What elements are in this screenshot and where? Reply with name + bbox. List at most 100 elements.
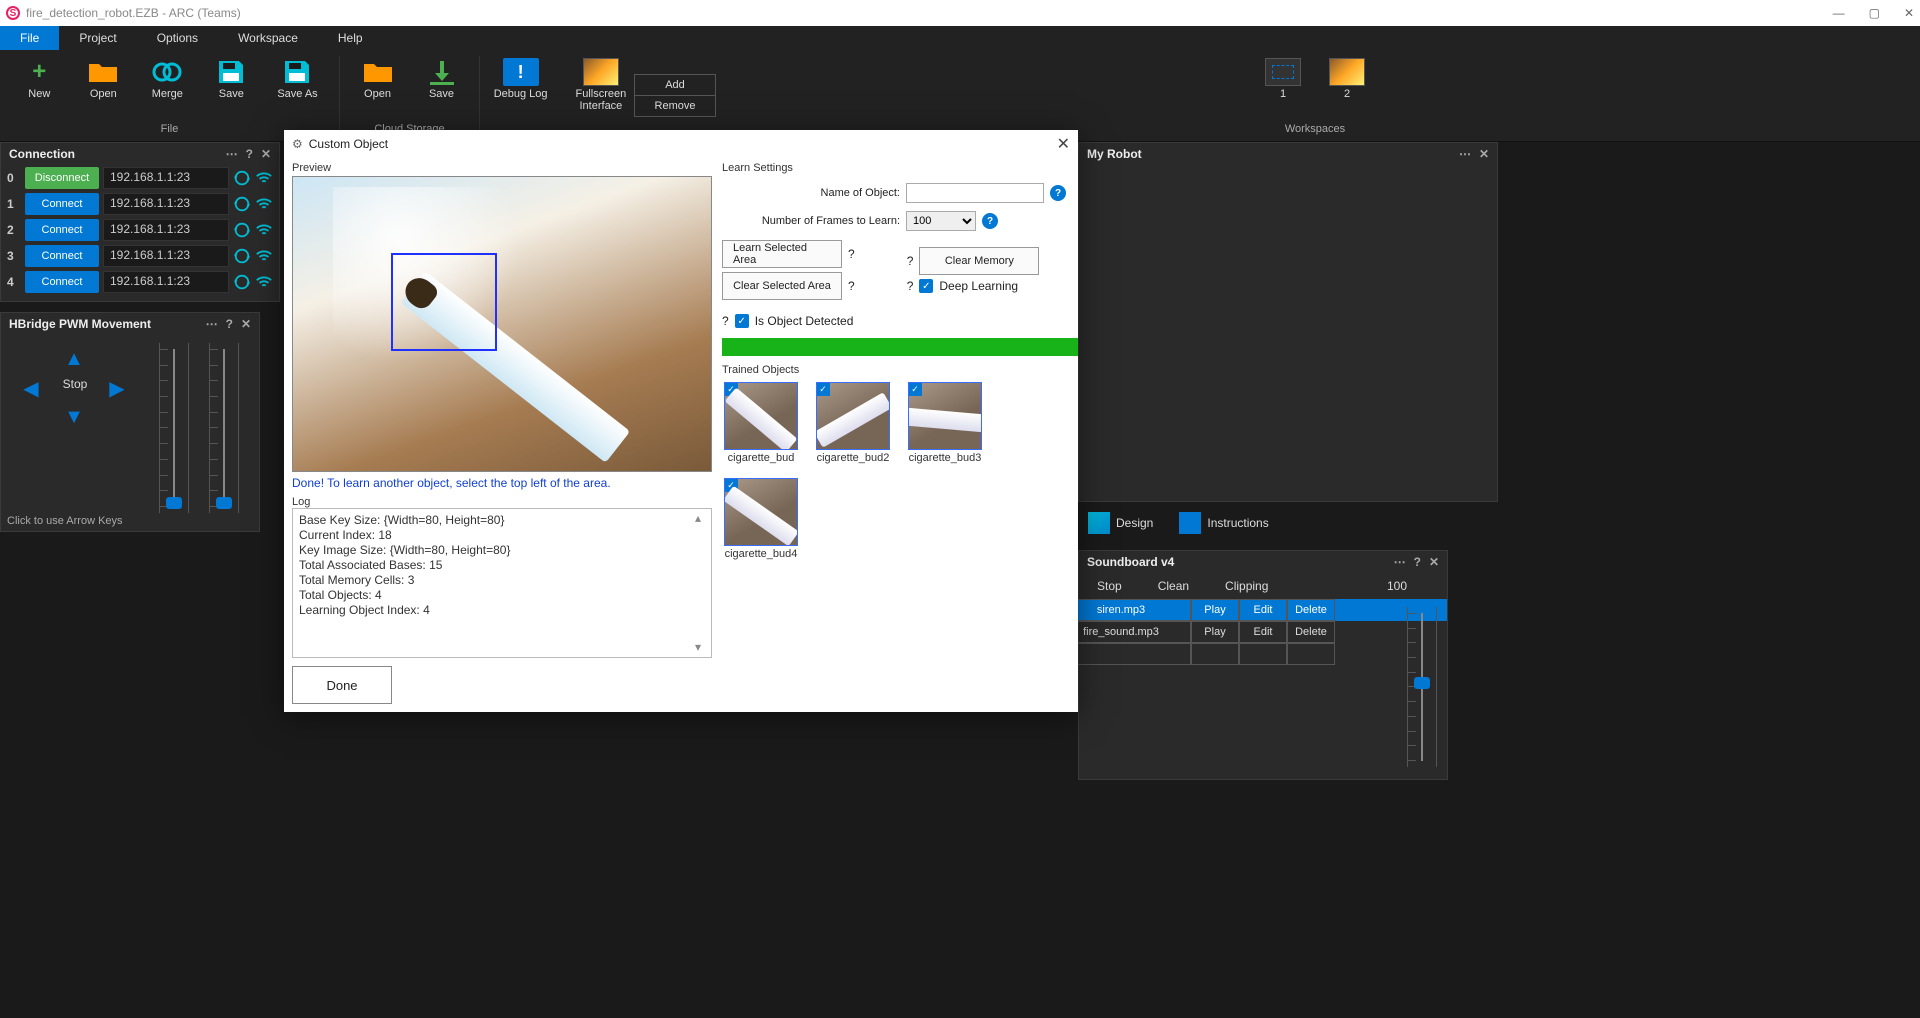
object-name-input[interactable] [906,183,1044,203]
edit-button[interactable]: Edit [1239,621,1287,643]
refresh-icon[interactable] [233,273,251,291]
selection-box[interactable] [391,253,497,351]
help-icon[interactable]: ? [848,279,855,293]
refresh-icon[interactable] [233,169,251,187]
ip-field[interactable]: 192.168.1.1:23 [103,245,229,267]
connect-button[interactable]: Connect [25,193,99,215]
refresh-icon[interactable] [233,221,251,239]
sound-row[interactable]: siren.mp3PlayEditDelete [1043,599,1447,621]
design-tab[interactable]: Design [1078,506,1163,540]
trained-object[interactable]: ✓cigarette_bud3 [906,382,984,464]
help-icon[interactable]: ? [982,213,998,229]
wifi-icon[interactable] [255,273,273,291]
deep-learning-checkbox[interactable]: ✓ [919,279,933,293]
panel-help-icon[interactable]: ? [226,317,233,331]
minimize-button[interactable]: — [1833,6,1845,20]
play-button[interactable]: Play [1191,599,1239,621]
help-icon[interactable]: ? [848,247,855,261]
ribbon-open[interactable]: Open [77,56,129,123]
frames-select[interactable]: 100 [906,211,976,231]
dialog-close-button[interactable]: ✕ [1057,134,1070,154]
menu-file[interactable]: File [0,26,59,50]
preview-image[interactable] [292,176,712,472]
menu-workspace[interactable]: Workspace [218,26,318,50]
help-icon[interactable]: ? [722,314,729,328]
refresh-icon[interactable] [233,195,251,213]
scroll-up-icon[interactable]: ▴ [695,511,709,526]
delete-button[interactable]: Delete [1287,599,1335,621]
trained-object[interactable]: ✓cigarette_bud2 [814,382,892,464]
arrow-right-icon[interactable]: ▶ [105,376,129,400]
instructions-tab[interactable]: Instructions [1169,506,1278,540]
disconnect-button[interactable]: Disconnect [25,167,99,189]
delete-button[interactable]: Delete [1287,621,1335,643]
panel-close-icon[interactable]: ✕ [241,317,251,331]
help-icon[interactable]: ? [1050,185,1066,201]
trained-object[interactable]: ✓cigarette_bud [722,382,800,464]
trained-object[interactable]: ✓cigarette_bud4 [722,478,800,560]
done-button[interactable]: Done [292,666,392,704]
panel-menu-icon[interactable]: ⋯ [1394,555,1406,569]
panel-help-icon[interactable]: ? [1414,555,1421,569]
connect-button[interactable]: Connect [25,245,99,267]
scroll-down-icon[interactable]: ▾ [695,640,709,655]
object-detected-checkbox[interactable]: ✓ [735,314,749,328]
add-button[interactable]: Add [635,75,716,96]
menu-project[interactable]: Project [59,26,136,50]
ribbon-debug[interactable]: !Debug Log [486,56,556,135]
wifi-icon[interactable] [255,195,273,213]
arrow-up-icon[interactable]: ▲ [62,347,86,371]
learn-area-button[interactable]: Learn Selected Area [722,240,842,268]
edit-button[interactable]: Edit [1239,599,1287,621]
speed-slider-left[interactable] [159,343,189,513]
stop-button[interactable]: Stop [51,377,99,397]
panel-close-icon[interactable]: ✕ [261,147,271,161]
panel-menu-icon[interactable]: ⋯ [226,147,238,161]
connect-button[interactable]: Connect [25,219,99,241]
ribbon-new[interactable]: +New [13,56,65,123]
ribbon-saveas[interactable]: Save As [269,56,325,123]
workspace-1[interactable]: 1 [1257,56,1309,123]
sound-row[interactable]: fire_sound.mp3PlayEditDelete [1043,621,1447,643]
wifi-icon[interactable] [255,221,273,239]
remove-button[interactable]: Remove [635,96,716,116]
panel-menu-icon[interactable]: ⋯ [1459,147,1471,161]
wifi-icon[interactable] [255,247,273,265]
connect-button[interactable]: Connect [25,271,99,293]
refresh-icon[interactable] [233,247,251,265]
clear-area-button[interactable]: Clear Selected Area [722,272,842,300]
ribbon-merge[interactable]: Merge [141,56,193,123]
wifi-icon[interactable] [255,169,273,187]
connection-title: Connection [9,147,75,161]
sound-clean[interactable]: Clean [1140,579,1207,593]
window-titlebar: S fire_detection_robot.EZB - ARC (Teams)… [0,0,1920,26]
ip-field[interactable]: 192.168.1.1:23 [103,219,229,241]
ribbon-cloud-save[interactable]: Save [416,56,468,123]
arrow-left-icon[interactable]: ◀ [19,376,43,400]
sound-clipping[interactable]: Clipping [1207,579,1286,593]
panel-menu-icon[interactable]: ⋯ [206,317,218,331]
maximize-button[interactable]: ▢ [1869,6,1880,20]
ip-field[interactable]: 192.168.1.1:23 [103,271,229,293]
panel-close-icon[interactable]: ✕ [1479,147,1489,161]
arrow-down-icon[interactable]: ▼ [62,405,86,429]
clear-memory-button[interactable]: Clear Memory [919,247,1039,275]
ribbon-save[interactable]: Save [205,56,257,123]
menu-help[interactable]: Help [318,26,383,50]
help-icon[interactable]: ? [907,254,914,268]
ribbon-group-file: File [161,123,179,135]
play-button[interactable]: Play [1191,621,1239,643]
sound-stop[interactable]: Stop [1079,579,1140,593]
volume-slider[interactable] [1407,607,1437,767]
panel-help-icon[interactable]: ? [246,147,253,161]
ip-field[interactable]: 192.168.1.1:23 [103,193,229,215]
ip-field[interactable]: 192.168.1.1:23 [103,167,229,189]
help-icon[interactable]: ? [907,279,914,293]
speed-slider-right[interactable] [209,343,239,513]
panel-close-icon[interactable]: ✕ [1429,555,1439,569]
ribbon-cloud-open[interactable]: Open [352,56,404,123]
ribbon-fullscreen[interactable]: Fullscreen Interface [568,56,635,135]
close-button[interactable]: ✕ [1904,6,1914,20]
workspace-2[interactable]: 2 [1321,56,1373,123]
menu-options[interactable]: Options [137,26,218,50]
